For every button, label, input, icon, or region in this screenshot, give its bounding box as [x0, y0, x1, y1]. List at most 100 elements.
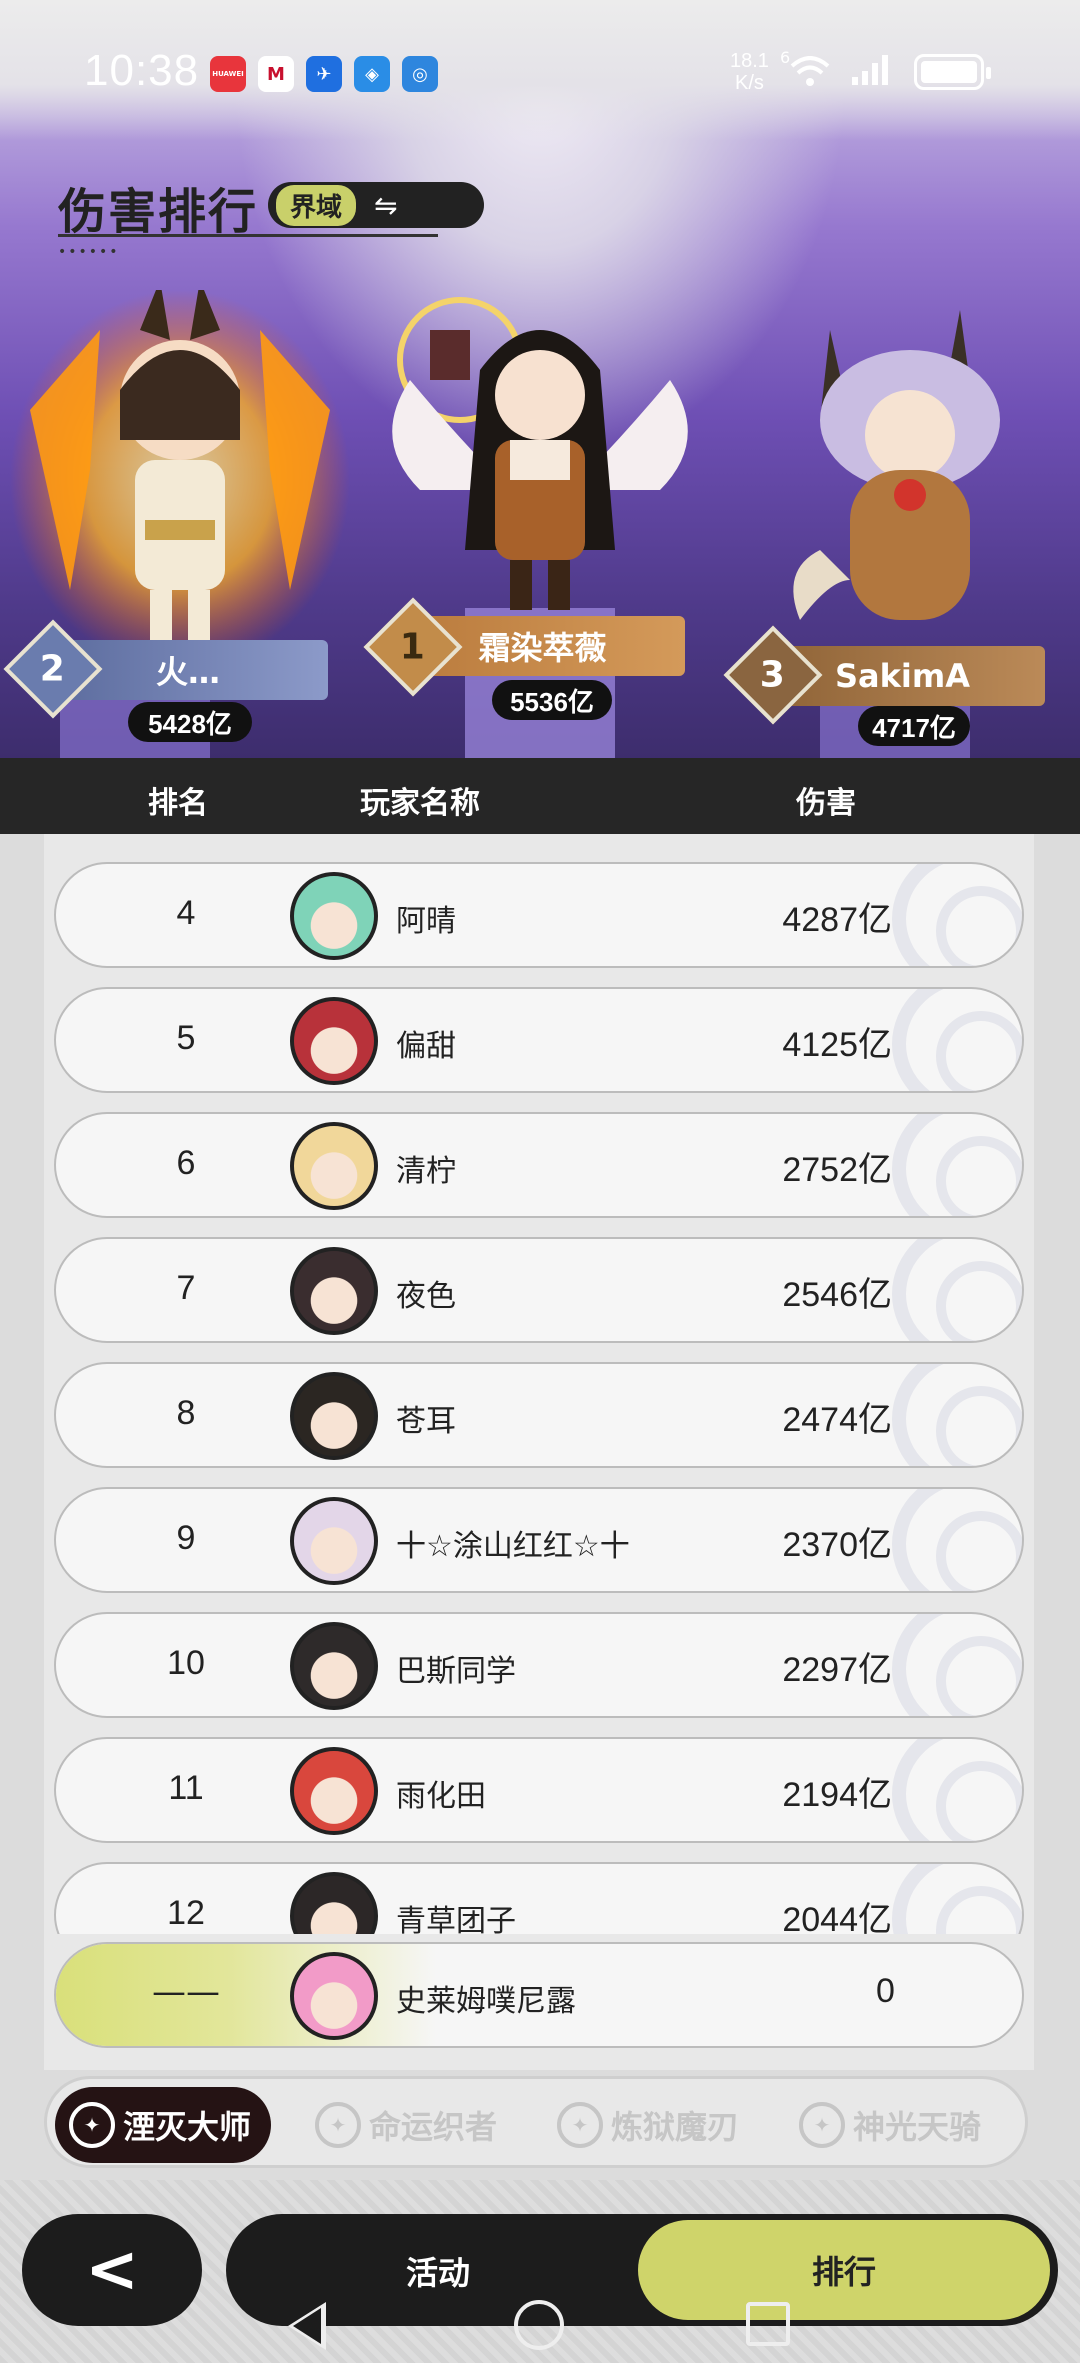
table-row[interactable]: 4 阿晴 4287亿 — [54, 862, 1024, 968]
row-emblem-icon — [892, 1614, 1022, 1716]
class-tab-label: 炼狱魔刃 — [611, 2108, 740, 2146]
class-tab[interactable]: ✦ 湮灭大师 — [55, 2087, 272, 2163]
signal-label: 6 — [780, 48, 791, 67]
player-name: 苍耳 — [396, 1404, 456, 1439]
table-row[interactable]: 5 偏甜 4125亿 — [54, 987, 1024, 1093]
player-damage: 4287亿 — [782, 901, 892, 939]
title-block: 伤害排行 界域 ⇋ •••••• — [58, 172, 484, 260]
class-tab-label: 湮灭大师 — [123, 2108, 252, 2146]
class-tab-label: 命运织者 — [369, 2108, 498, 2146]
ranking-list-scroll[interactable]: 4 阿晴 4287亿 5 偏甜 4125亿 6 清柠 2752亿 7 夜色 2546亿 8 苍耳 2474亿… — [44, 834, 1034, 1934]
status-right-icons: 6 — [780, 48, 991, 90]
bird-icon: ✈ — [306, 56, 342, 92]
row-emblem-icon — [892, 864, 1022, 966]
col-damage-header: 伤害 — [796, 786, 856, 821]
system-home-icon[interactable] — [514, 2300, 564, 2350]
player-name: 夜色 — [396, 1279, 456, 1314]
annihilation-icon: ✦ — [69, 2102, 115, 2148]
player-damage: 2752亿 — [782, 1151, 892, 1189]
my-avatar — [290, 1952, 378, 2040]
ranking-list[interactable]: 4 阿晴 4287亿 5 偏甜 4125亿 6 清柠 2752亿 7 夜色 2546亿 8 苍耳 2474亿… — [44, 834, 1034, 2070]
my-rank-row[interactable]: —— 史莱姆噗尼露 0 — [54, 1942, 1024, 2048]
row-emblem-icon — [892, 1739, 1022, 1841]
system-back-icon[interactable] — [288, 2302, 326, 2350]
swap-icon: ⇋ — [374, 188, 398, 222]
my-damage: 0 — [876, 1972, 895, 2010]
row-rank: 10 — [167, 1644, 205, 1682]
player-damage: 2370亿 — [782, 1526, 892, 1564]
realm-label: 界域 — [276, 184, 357, 226]
player-avatar — [290, 1497, 378, 1585]
player-damage: 2194亿 — [782, 1776, 892, 1814]
row-emblem-icon — [892, 1364, 1022, 1466]
metro-icon: M — [258, 56, 294, 92]
row-emblem-icon — [892, 1489, 1022, 1591]
player-name: 清柠 — [396, 1154, 456, 1189]
battery-icon — [914, 54, 991, 90]
system-nav-bar — [0, 2290, 1080, 2363]
status-bar: 10:38 HUAWEI M ✈ ◈ ◎ 18.1 K/s 6 — [0, 0, 1080, 150]
player-name: 阿晴 — [396, 904, 456, 939]
purgatory-icon: ✦ — [557, 2102, 603, 2148]
third-place-character[interactable] — [760, 300, 1060, 650]
col-rank-header: 排名 — [148, 786, 208, 821]
player-name: 雨化田 — [396, 1779, 486, 1814]
shield-icon: ◈ — [354, 56, 390, 92]
status-app-icons: HUAWEI M ✈ ◈ ◎ — [210, 56, 438, 92]
player-damage: 4125亿 — [782, 1026, 892, 1064]
player-damage: 2044亿 — [782, 1901, 892, 1934]
player-avatar — [290, 1247, 378, 1335]
wifi-icon: 6 — [780, 48, 830, 88]
table-row[interactable]: 12 青草团子 2044亿 — [54, 1862, 1024, 1934]
class-tab[interactable]: ✦ 命运织者 — [315, 2087, 497, 2163]
player-avatar — [290, 997, 378, 1085]
first-place-character[interactable] — [380, 290, 700, 630]
class-tab[interactable]: ✦ 炼狱魔刃 — [557, 2087, 739, 2163]
second-place-illustration — [10, 280, 350, 670]
system-recent-icon[interactable] — [746, 2302, 790, 2346]
row-rank: 12 — [167, 1894, 205, 1932]
table-row[interactable]: 10 巴斯同学 2297亿 — [54, 1612, 1024, 1718]
fate-icon: ✦ — [315, 2102, 361, 2148]
row-rank: 9 — [176, 1519, 196, 1557]
player-avatar — [290, 1872, 378, 1934]
page-title: 伤害排行 — [58, 184, 259, 240]
self-highlight — [56, 1944, 436, 2046]
player-avatar — [290, 1122, 378, 1210]
network-speed: 18.1 K/s — [730, 50, 769, 94]
second-place-score: 5428亿 — [128, 702, 252, 742]
table-row[interactable]: 7 夜色 2546亿 — [54, 1237, 1024, 1343]
player-avatar — [290, 872, 378, 960]
table-row[interactable]: 11 雨化田 2194亿 — [54, 1737, 1024, 1843]
col-name-header: 玩家名称 — [360, 786, 480, 821]
net-speed-unit: K/s — [735, 72, 764, 94]
row-emblem-icon — [892, 1114, 1022, 1216]
row-rank: 5 — [176, 1019, 196, 1057]
first-place-score: 5536亿 — [492, 680, 612, 720]
activity-tab[interactable]: 活动 — [406, 2248, 470, 2294]
realm-switch[interactable]: 界域 ⇋ — [268, 182, 484, 228]
player-name: 巴斯同学 — [396, 1654, 516, 1689]
row-rank: 6 — [176, 1144, 196, 1182]
holy-knight-icon: ✦ — [799, 2102, 845, 2148]
table-row[interactable]: 6 清柠 2752亿 — [54, 1112, 1024, 1218]
cell-signal-icon — [852, 55, 892, 89]
player-name: 青草团子 — [396, 1904, 516, 1934]
row-rank: 7 — [176, 1269, 196, 1307]
first-place-illustration — [392, 297, 688, 610]
row-emblem-icon — [892, 989, 1022, 1091]
table-row[interactable]: 8 苍耳 2474亿 — [54, 1362, 1024, 1468]
row-rank: 11 — [168, 1769, 204, 1807]
second-place-character[interactable] — [10, 280, 350, 670]
class-tabs: ✦ 湮灭大师 ✦ 命运织者 ✦ 炼狱魔刃 ✦ 神光天骑 — [44, 2076, 1028, 2168]
third-place-score: 4717亿 — [858, 706, 970, 746]
my-rank: —— — [152, 1972, 220, 2012]
table-row[interactable]: 9 十☆涂山红红☆十 2370亿 — [54, 1487, 1024, 1593]
player-name: 十☆涂山红红☆十 — [396, 1529, 630, 1564]
title-dots: •••••• — [58, 244, 120, 260]
player-name: 偏甜 — [396, 1029, 456, 1064]
player-avatar — [290, 1622, 378, 1710]
table-header: 排名 玩家名称 伤害 — [0, 758, 1080, 834]
class-tab[interactable]: ✦ 神光天骑 — [799, 2087, 981, 2163]
player-damage: 2546亿 — [782, 1276, 892, 1314]
